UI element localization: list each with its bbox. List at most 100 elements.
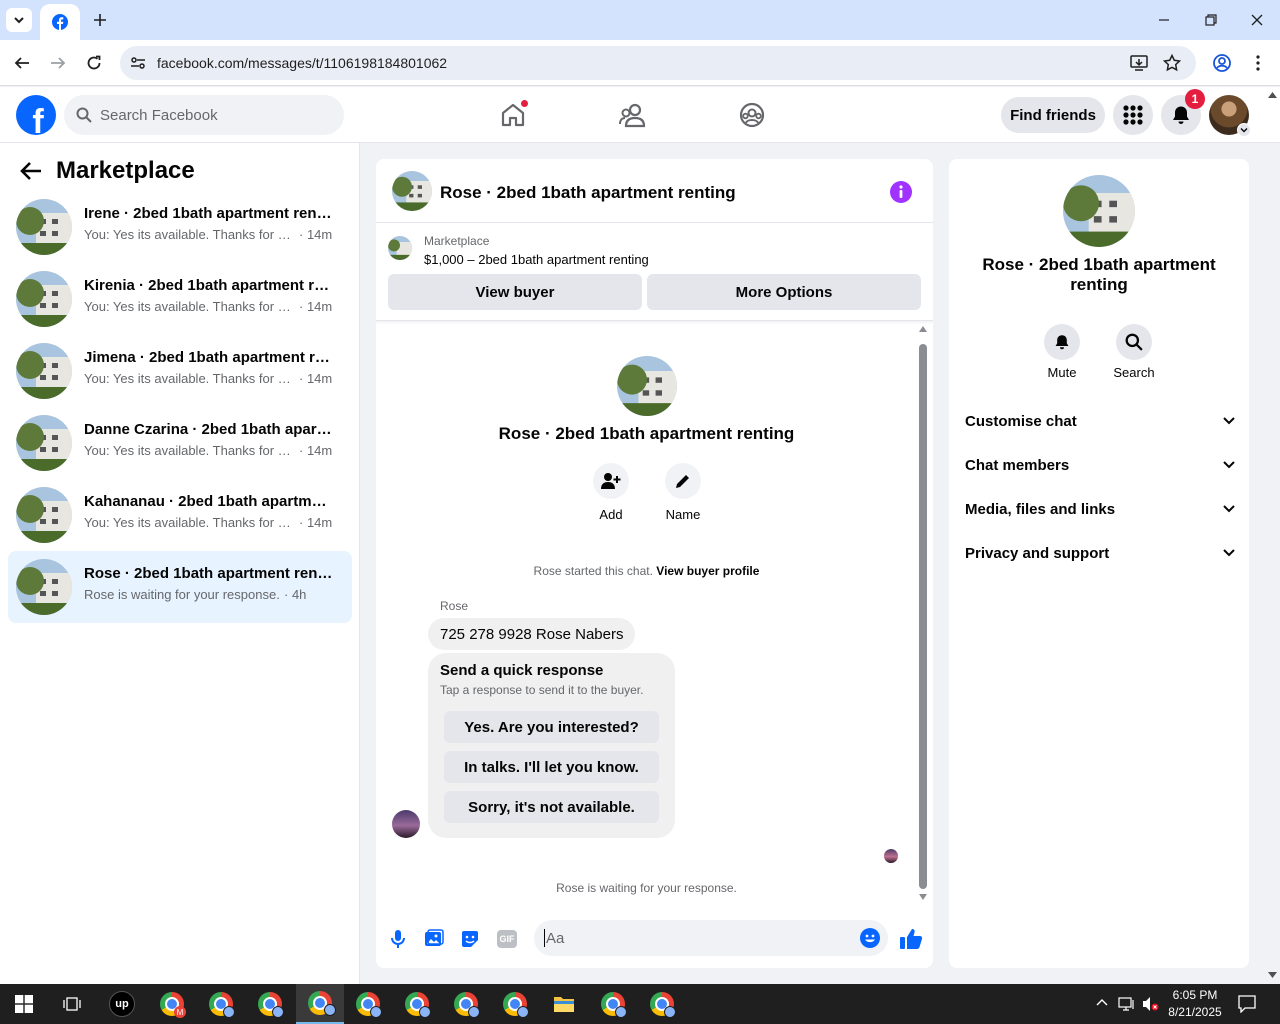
start-button[interactable] [2, 984, 46, 1024]
page-title: Marketplace [56, 157, 195, 184]
close-icon [1251, 14, 1263, 26]
page-scroll-down-icon[interactable] [1268, 972, 1277, 978]
notification-center-icon[interactable] [1238, 995, 1256, 1013]
facebook-favicon-icon [52, 14, 68, 30]
media-files-links-section[interactable]: Media, files and links [965, 497, 1235, 521]
show-hidden-icons-icon[interactable] [1096, 998, 1108, 1006]
conversation-time: · 4h [284, 587, 307, 602]
conversation-item-active[interactable]: Rose · 2bed 1bath apartment renting Rose… [8, 551, 352, 623]
clock-time: 6:05 PM [1172, 988, 1218, 1002]
quick-response-yes[interactable]: Yes. Are you interested? [444, 711, 659, 743]
photo-icon[interactable] [424, 929, 444, 949]
search-conversation-button[interactable] [1116, 324, 1152, 360]
chat-title[interactable]: Rose · 2bed 1bath apartment renting [440, 183, 736, 203]
notifications-button[interactable]: 1 [1161, 89, 1205, 135]
edit-name-button[interactable]: Name [665, 463, 701, 523]
search-input[interactable]: Search Facebook [64, 95, 344, 135]
windows-logo-icon [15, 995, 33, 1013]
quick-response-not-available[interactable]: Sorry, it's not available. [444, 791, 659, 823]
browser-tab-facebook[interactable] [40, 4, 80, 40]
conversation-snippet: Rose is waiting for your response. [84, 587, 280, 602]
apartment-thumbnail [16, 415, 72, 471]
conversation-item[interactable]: Kahananau · 2bed 1bath apartment renting… [8, 479, 352, 551]
add-people-button[interactable]: Add [593, 463, 629, 523]
nav-groups[interactable] [736, 99, 768, 131]
scroll-up-arrow-icon[interactable] [919, 326, 927, 332]
nav-home[interactable] [497, 99, 529, 131]
listing-description[interactable]: $1,000 – 2bed 1bath apartment renting [424, 252, 649, 267]
search-label: Search [1113, 365, 1155, 380]
account-avatar[interactable] [1209, 95, 1251, 137]
chrome-app[interactable] [493, 984, 537, 1024]
conversation-item[interactable]: Kirenia · 2bed 1bath apartment renting Y… [8, 263, 352, 335]
chrome-app[interactable] [444, 984, 488, 1024]
scrollbar-thumb[interactable] [919, 344, 927, 889]
chat-header: Rose · 2bed 1bath apartment renting [376, 159, 933, 223]
address-bar[interactable]: facebook.com/messages/t/1106198184801062 [120, 46, 1196, 80]
network-icon[interactable] [1118, 996, 1136, 1012]
privacy-support-section[interactable]: Privacy and support [965, 541, 1235, 565]
upwork-app[interactable]: up [100, 984, 144, 1024]
tab-search-button[interactable] [6, 8, 32, 32]
chat-members-section[interactable]: Chat members [965, 453, 1235, 477]
sticker-icon[interactable] [460, 929, 480, 949]
view-buyer-button[interactable]: View buyer [388, 274, 642, 310]
apartment-thumbnail [16, 559, 72, 615]
more-options-button[interactable]: More Options [647, 274, 921, 310]
chrome-app[interactable] [248, 984, 292, 1024]
browser-menu-button[interactable] [1244, 49, 1272, 77]
nav-friends[interactable] [617, 99, 649, 131]
conversation-item[interactable]: Danne Czarina · 2bed 1bath apartment ren… [8, 407, 352, 479]
chevron-down-icon [1223, 549, 1235, 557]
find-friends-button[interactable]: Find friends [1001, 97, 1105, 133]
restore-button[interactable] [1197, 8, 1225, 32]
browser-tab-bar [0, 0, 1280, 40]
reload-button[interactable] [80, 49, 108, 77]
customise-chat-section[interactable]: Customise chat [965, 409, 1235, 433]
conversation-name: Danne Czarina · 2bed 1bath apartment ren… [84, 421, 334, 438]
facebook-logo-icon[interactable]: f [16, 95, 56, 135]
thumbs-up-icon[interactable] [899, 927, 923, 951]
file-explorer-app[interactable] [542, 984, 586, 1024]
mute-button[interactable] [1044, 324, 1080, 360]
emoji-icon[interactable] [860, 928, 880, 948]
menu-button[interactable] [1113, 95, 1153, 135]
conversation-item[interactable]: Irene · 2bed 1bath apartment renting You… [8, 191, 352, 263]
install-app-icon[interactable] [1130, 54, 1148, 72]
task-view-button[interactable] [50, 984, 94, 1024]
quick-response-in-talks[interactable]: In talks. I'll let you know. [444, 751, 659, 783]
seen-avatar [884, 849, 898, 863]
view-buyer-profile-link[interactable]: View buyer profile [656, 564, 759, 578]
chrome-app[interactable] [640, 984, 684, 1024]
listing-source: Marketplace [424, 234, 490, 248]
page-scroll-up-icon[interactable] [1268, 92, 1277, 98]
chrome-app[interactable] [395, 984, 439, 1024]
chrome-app[interactable] [346, 984, 390, 1024]
info-icon[interactable] [889, 180, 913, 204]
chrome-app-gmail[interactable]: M [150, 984, 194, 1024]
chrome-app-active[interactable] [296, 984, 344, 1024]
chat-scrollbar[interactable] [916, 324, 930, 900]
close-window-button[interactable] [1243, 8, 1271, 32]
message-input[interactable]: Aa [534, 920, 888, 956]
details-avatar[interactable] [1063, 175, 1135, 247]
chrome-app[interactable] [591, 984, 635, 1024]
conversation-time: · 14m [299, 443, 333, 458]
minimize-button[interactable] [1150, 8, 1178, 32]
windows-taskbar: up M 6:05 PM 8/21/2025 [0, 984, 1280, 1024]
gif-icon[interactable]: GIF [497, 930, 517, 948]
conversation-item[interactable]: Jimena · 2bed 1bath apartment renting Yo… [8, 335, 352, 407]
new-tab-button[interactable] [88, 8, 112, 32]
clock[interactable]: 6:05 PM 8/21/2025 [1162, 987, 1228, 1021]
chat-avatar[interactable] [392, 171, 432, 211]
bookmark-star-icon[interactable] [1163, 54, 1181, 72]
message-bubble[interactable]: 725 278 9928 Rose Nabers [428, 618, 636, 650]
microphone-icon[interactable] [390, 929, 406, 949]
back-button[interactable] [8, 49, 36, 77]
scroll-down-arrow-icon[interactable] [919, 894, 927, 900]
forward-button[interactable] [44, 49, 72, 77]
volume-muted-icon[interactable] [1142, 996, 1160, 1012]
back-arrow-icon[interactable] [20, 161, 42, 181]
profile-button[interactable] [1208, 49, 1236, 77]
chrome-app[interactable] [199, 984, 243, 1024]
